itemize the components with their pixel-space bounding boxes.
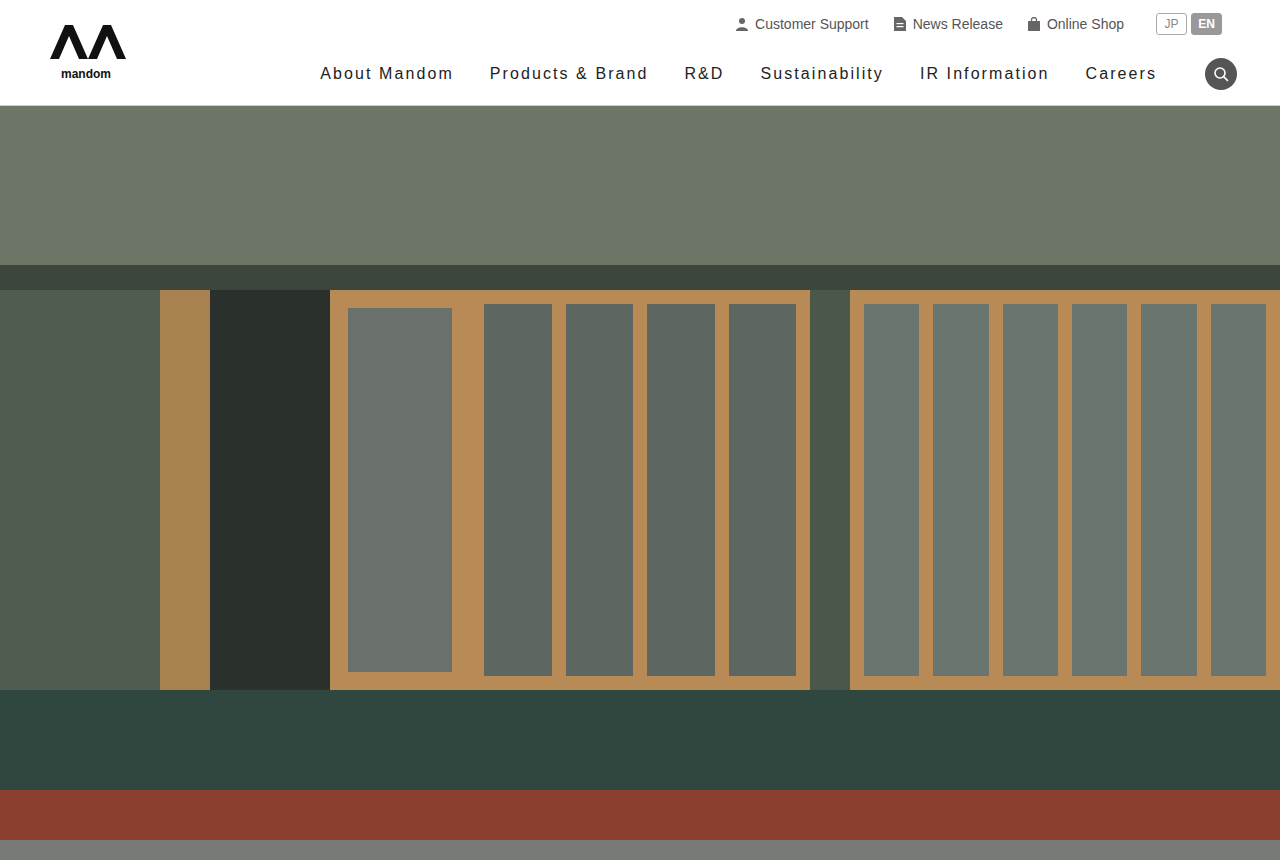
hero-image bbox=[0, 106, 1280, 860]
search-button[interactable] bbox=[1205, 58, 1237, 90]
logo[interactable]: mandom bbox=[0, 0, 200, 105]
utility-link[interactable]: Customer Support bbox=[735, 14, 869, 35]
document-icon bbox=[893, 17, 907, 31]
logo-text[interactable]: mandom bbox=[61, 68, 111, 80]
nav-item[interactable]: About Mandom bbox=[320, 48, 453, 100]
nav-item[interactable]: IR Information bbox=[920, 48, 1050, 100]
nav-item[interactable]: Sustainability bbox=[761, 48, 884, 100]
search-icon bbox=[1213, 66, 1229, 82]
mandom-chevrons-icon bbox=[50, 25, 126, 59]
utility-link[interactable]: Online Shop bbox=[1027, 14, 1124, 35]
utility-bar: Customer Support News Release Online Shop J… bbox=[200, 0, 1280, 48]
language-button[interactable]: JP bbox=[1156, 13, 1187, 35]
utility-link[interactable]: News Release bbox=[893, 14, 1003, 35]
language-button[interactable]: EN bbox=[1191, 13, 1222, 35]
nav-item[interactable]: Careers bbox=[1086, 48, 1157, 100]
main-nav: About Mandom Products & Brand R&D Sustainab… bbox=[320, 48, 1157, 100]
utility-links: Customer Support News Release Online Shop bbox=[735, 14, 1124, 35]
nav-item[interactable]: Products & Brand bbox=[490, 48, 649, 100]
site-header: mandom Customer Support News Release Onlin… bbox=[0, 0, 1280, 106]
shopping-bag-icon bbox=[1027, 17, 1041, 31]
language-switch: JPEN bbox=[1156, 13, 1222, 35]
person-icon bbox=[735, 17, 749, 31]
nav-item[interactable]: R&D bbox=[684, 48, 724, 100]
